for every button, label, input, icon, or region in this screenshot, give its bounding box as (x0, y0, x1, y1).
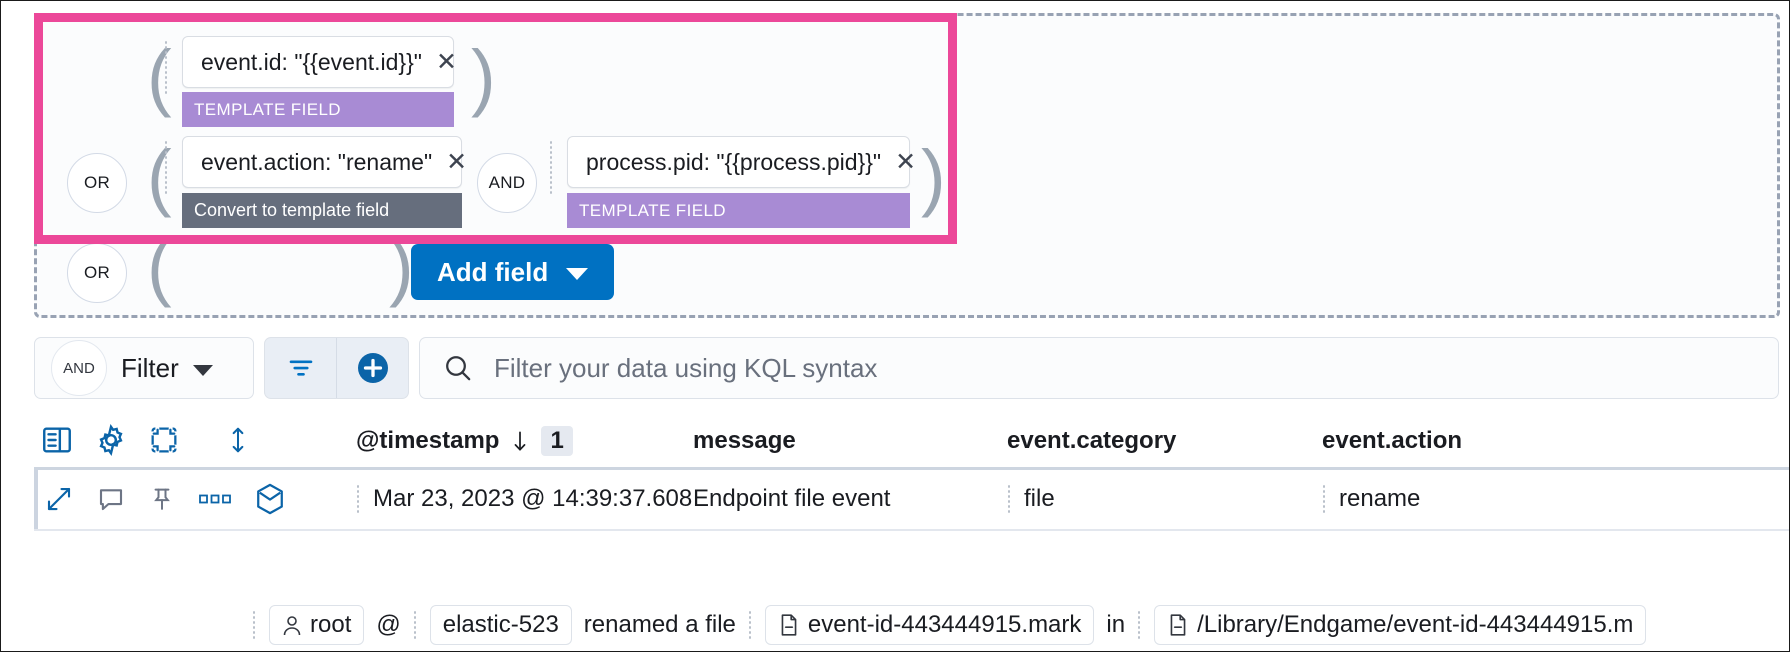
at-separator: @ (376, 611, 401, 638)
column-header-label: @timestamp (356, 426, 500, 454)
chevron-down-icon (192, 364, 213, 376)
boolean-badge-or-2[interactable]: OR (67, 243, 127, 303)
convert-to-template-field-label: Convert to template field (194, 200, 390, 220)
filter-bar: AND Filter Filter your data using KQL sy… (34, 337, 1789, 399)
chevron-down-icon (566, 267, 589, 280)
host-chip[interactable]: elastic-523 (429, 605, 572, 645)
kql-search-bar[interactable]: Filter your data using KQL syntax (419, 337, 1779, 399)
expand-icon[interactable] (44, 484, 74, 514)
table-row-summary: root @ elastic-523 renamed a file event-… (34, 597, 1789, 651)
search-input-placeholder[interactable]: Filter your data using KQL syntax (494, 353, 877, 384)
column-header-event-action[interactable]: event.action (1322, 427, 1462, 455)
close-icon[interactable]: ✕ (446, 149, 467, 175)
group-paren-close-2: ) (921, 135, 946, 218)
comment-icon[interactable] (96, 484, 126, 514)
cube-icon[interactable] (254, 482, 286, 516)
user-label: root (310, 611, 352, 638)
arrow-down-icon (509, 428, 531, 454)
boolean-badge-label: AND (488, 173, 526, 192)
user-chip[interactable]: root (269, 605, 365, 645)
field-value: process.pid: "{{process.pid}}" (586, 148, 882, 175)
group-paren-close-3: ) (389, 225, 414, 308)
template-field-badge[interactable]: TEMPLATE FIELD (567, 193, 910, 228)
user-icon (282, 614, 302, 636)
filter-boolean-badge[interactable]: AND (51, 340, 107, 396)
more-icon[interactable] (198, 491, 232, 507)
boolean-badge-or-1[interactable]: OR (67, 153, 127, 213)
host-label: elastic-523 (442, 611, 559, 638)
cell-timestamp[interactable]: Mar 23, 2023 @ 14:39:37.608 (356, 484, 692, 514)
file-label: event-id-443444915.mark (807, 611, 1082, 638)
query-builder-region: ( ) event.id: "{{event.id}}" ✕ TEMPLATE … (34, 13, 1780, 318)
field-value: event.action: "rename" (201, 148, 433, 175)
cell-grip (356, 484, 361, 514)
cell-grip (252, 610, 257, 640)
template-field-badge-label: TEMPLATE FIELD (579, 200, 726, 220)
filter-actions-group (264, 337, 409, 399)
filter-group-button[interactable]: AND Filter (34, 337, 254, 399)
add-filter-icon (355, 350, 391, 386)
cell-timestamp-value: Mar 23, 2023 @ 14:39:37.608 (373, 485, 693, 512)
file-chip[interactable]: event-id-443444915.mark (764, 605, 1095, 645)
cell-event-action[interactable]: rename (1322, 484, 1420, 514)
boolean-badge-label: OR (83, 263, 111, 282)
column-header-timestamp[interactable]: @timestamp 1 (356, 425, 573, 456)
filter-boolean-label: AND (63, 359, 95, 377)
group-paren-close-1: ) (471, 35, 496, 118)
summary-action-text: renamed a file (583, 611, 736, 638)
cell-message[interactable]: Endpoint file event (693, 485, 890, 513)
field-drag-handle[interactable] (549, 140, 554, 196)
field-drag-handle[interactable] (164, 140, 169, 196)
pin-icon[interactable] (148, 484, 176, 514)
cell-grip (412, 610, 418, 640)
data-grid-header: @timestamp 1 message event.category even… (34, 413, 1789, 468)
convert-to-template-field-button[interactable]: Convert to template field (182, 193, 462, 228)
field-process-pid[interactable]: process.pid: "{{process.pid}}" ✕ (567, 136, 916, 188)
filter-group-label: Filter (121, 352, 179, 383)
grid-row-divider (34, 529, 1789, 531)
file-icon (1167, 613, 1189, 637)
screenshot-root: ( ) event.id: "{{event.id}}" ✕ TEMPLATE … (0, 0, 1790, 652)
file-icon (778, 613, 800, 637)
column-header-message[interactable]: message (693, 427, 796, 455)
boolean-badge-label: OR (83, 173, 111, 192)
template-field-badge-label: TEMPLATE FIELD (194, 99, 341, 119)
close-icon[interactable]: ✕ (436, 49, 457, 75)
filter-options-icon (286, 353, 316, 383)
path-label: /Library/Endgame/event-id-443444915.m (1197, 611, 1634, 638)
cell-event-category-value: file (1024, 485, 1055, 512)
cell-event-category[interactable]: file (1007, 484, 1055, 514)
cell-grip (747, 610, 753, 640)
cell-event-action-value: rename (1339, 485, 1421, 512)
close-icon[interactable]: ✕ (895, 149, 916, 175)
group-paren-open-3: ( (147, 225, 172, 308)
search-icon (442, 352, 474, 384)
field-drag-handle[interactable] (164, 40, 169, 96)
field-value: event.id: "{{event.id}}" (201, 48, 422, 75)
add-field-label: Add field (437, 256, 549, 287)
cell-grip (1137, 610, 1143, 640)
cell-grip (1322, 484, 1327, 514)
path-chip[interactable]: /Library/Endgame/event-id-443444915.m (1154, 605, 1647, 645)
template-field-badge[interactable]: TEMPLATE FIELD (182, 92, 454, 127)
add-field-button[interactable]: Add field (411, 244, 615, 300)
field-event-action[interactable]: event.action: "rename" ✕ (182, 136, 467, 188)
column-header-event-category[interactable]: event.category (1007, 427, 1176, 455)
summary-preposition: in (1106, 611, 1126, 638)
boolean-badge-and[interactable]: AND (477, 153, 537, 213)
table-row: Mar 23, 2023 @ 14:39:37.608 Endpoint fil… (34, 470, 1789, 528)
sort-order-badge: 1 (541, 425, 573, 456)
field-event-id[interactable]: event.id: "{{event.id}}" ✕ (182, 36, 457, 88)
filter-options-button[interactable] (265, 338, 336, 398)
cell-grip (1007, 484, 1012, 514)
add-filter-button[interactable] (336, 338, 408, 398)
